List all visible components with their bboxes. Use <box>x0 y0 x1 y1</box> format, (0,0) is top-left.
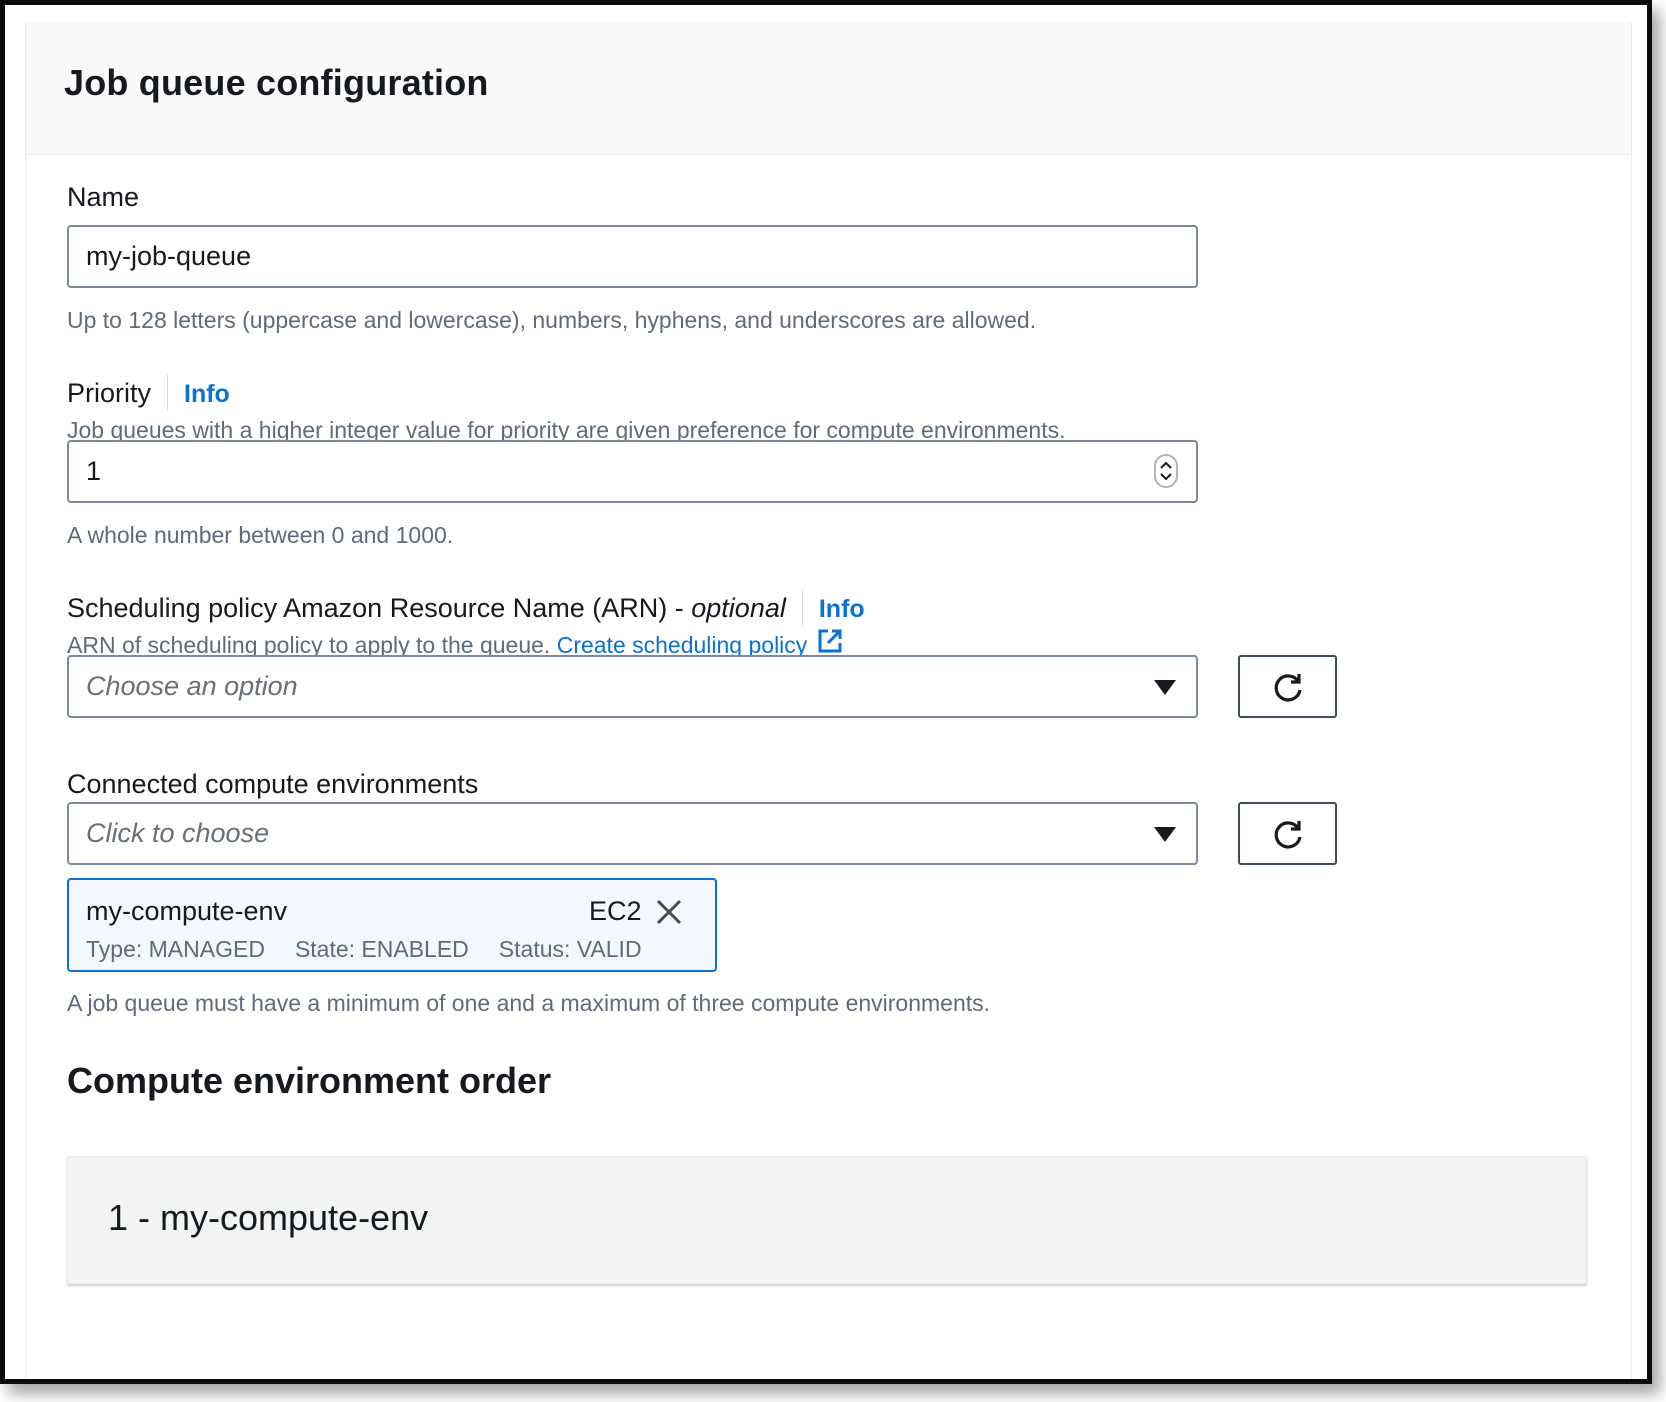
priority-input[interactable]: 1 <box>67 440 1198 503</box>
panel-header: Job queue configuration <box>26 22 1631 155</box>
refresh-scheduling-policies-button[interactable] <box>1238 655 1337 718</box>
caret-down-icon <box>1154 827 1176 842</box>
scheduling-policy-info-link[interactable]: Info <box>819 595 865 623</box>
optional-marker: optional <box>691 593 786 624</box>
token-env-name: my-compute-env <box>86 896 288 926</box>
caret-down-icon <box>1154 680 1176 695</box>
info-divider <box>167 375 169 411</box>
name-input-value: my-job-queue <box>86 241 252 271</box>
order-list-item-card[interactable]: 1 - my-compute-env <box>67 1156 1587 1284</box>
scheduling-policy-placeholder: Choose an option <box>86 671 298 701</box>
panel-title: Job queue configuration <box>64 62 489 103</box>
compute-environments-constraint: A job queue must have a minimum of one a… <box>67 990 991 1016</box>
scheduling-policy-label-row: Scheduling policy Amazon Resource Name (… <box>67 590 865 628</box>
order-section-title: Compute environment order <box>67 1060 552 1101</box>
priority-input-value: 1 <box>86 456 102 486</box>
close-icon[interactable] <box>655 898 683 926</box>
token-type-tag: Type: MANAGED <box>86 936 265 962</box>
compute-environments-placeholder: Click to choose <box>86 818 270 848</box>
token-state-tag: State: ENABLED <box>294 936 469 962</box>
token-status-tag: Status: VALID <box>498 936 642 962</box>
scheduling-policy-label: Scheduling policy Amazon Resource Name (… <box>67 593 692 624</box>
number-spinner-icon[interactable] <box>1154 454 1178 488</box>
compute-environments-select[interactable]: Click to choose <box>67 802 1198 865</box>
priority-info-link[interactable]: Info <box>184 380 230 408</box>
priority-constraint: A whole number between 0 and 1000. <box>67 522 454 548</box>
window-frame: Job queue configuration Name my-job-queu… <box>0 0 1652 1384</box>
refresh-compute-environments-button[interactable] <box>1238 802 1337 865</box>
token-platform: EC2 <box>589 896 642 926</box>
priority-label: Priority <box>67 378 152 409</box>
job-queue-config-panel: Job queue configuration Name my-job-queu… <box>25 22 1632 1379</box>
name-label: Name <box>67 182 140 212</box>
selected-compute-env-token: my-compute-env EC2 Type: MANAGED State: E… <box>67 878 717 972</box>
info-divider <box>801 590 803 626</box>
name-input[interactable]: my-job-queue <box>67 225 1198 288</box>
token-tags: Type: MANAGED State: ENABLED Status: VALID <box>86 936 672 963</box>
compute-environments-label: Connected compute environments <box>67 769 479 799</box>
order-list-item: 1 - my-compute-env <box>108 1197 429 1238</box>
priority-label-row: Priority Info <box>67 375 230 413</box>
name-constraint: Up to 128 letters (uppercase and lowerca… <box>67 307 1037 333</box>
scheduling-policy-select[interactable]: Choose an option <box>67 655 1198 718</box>
